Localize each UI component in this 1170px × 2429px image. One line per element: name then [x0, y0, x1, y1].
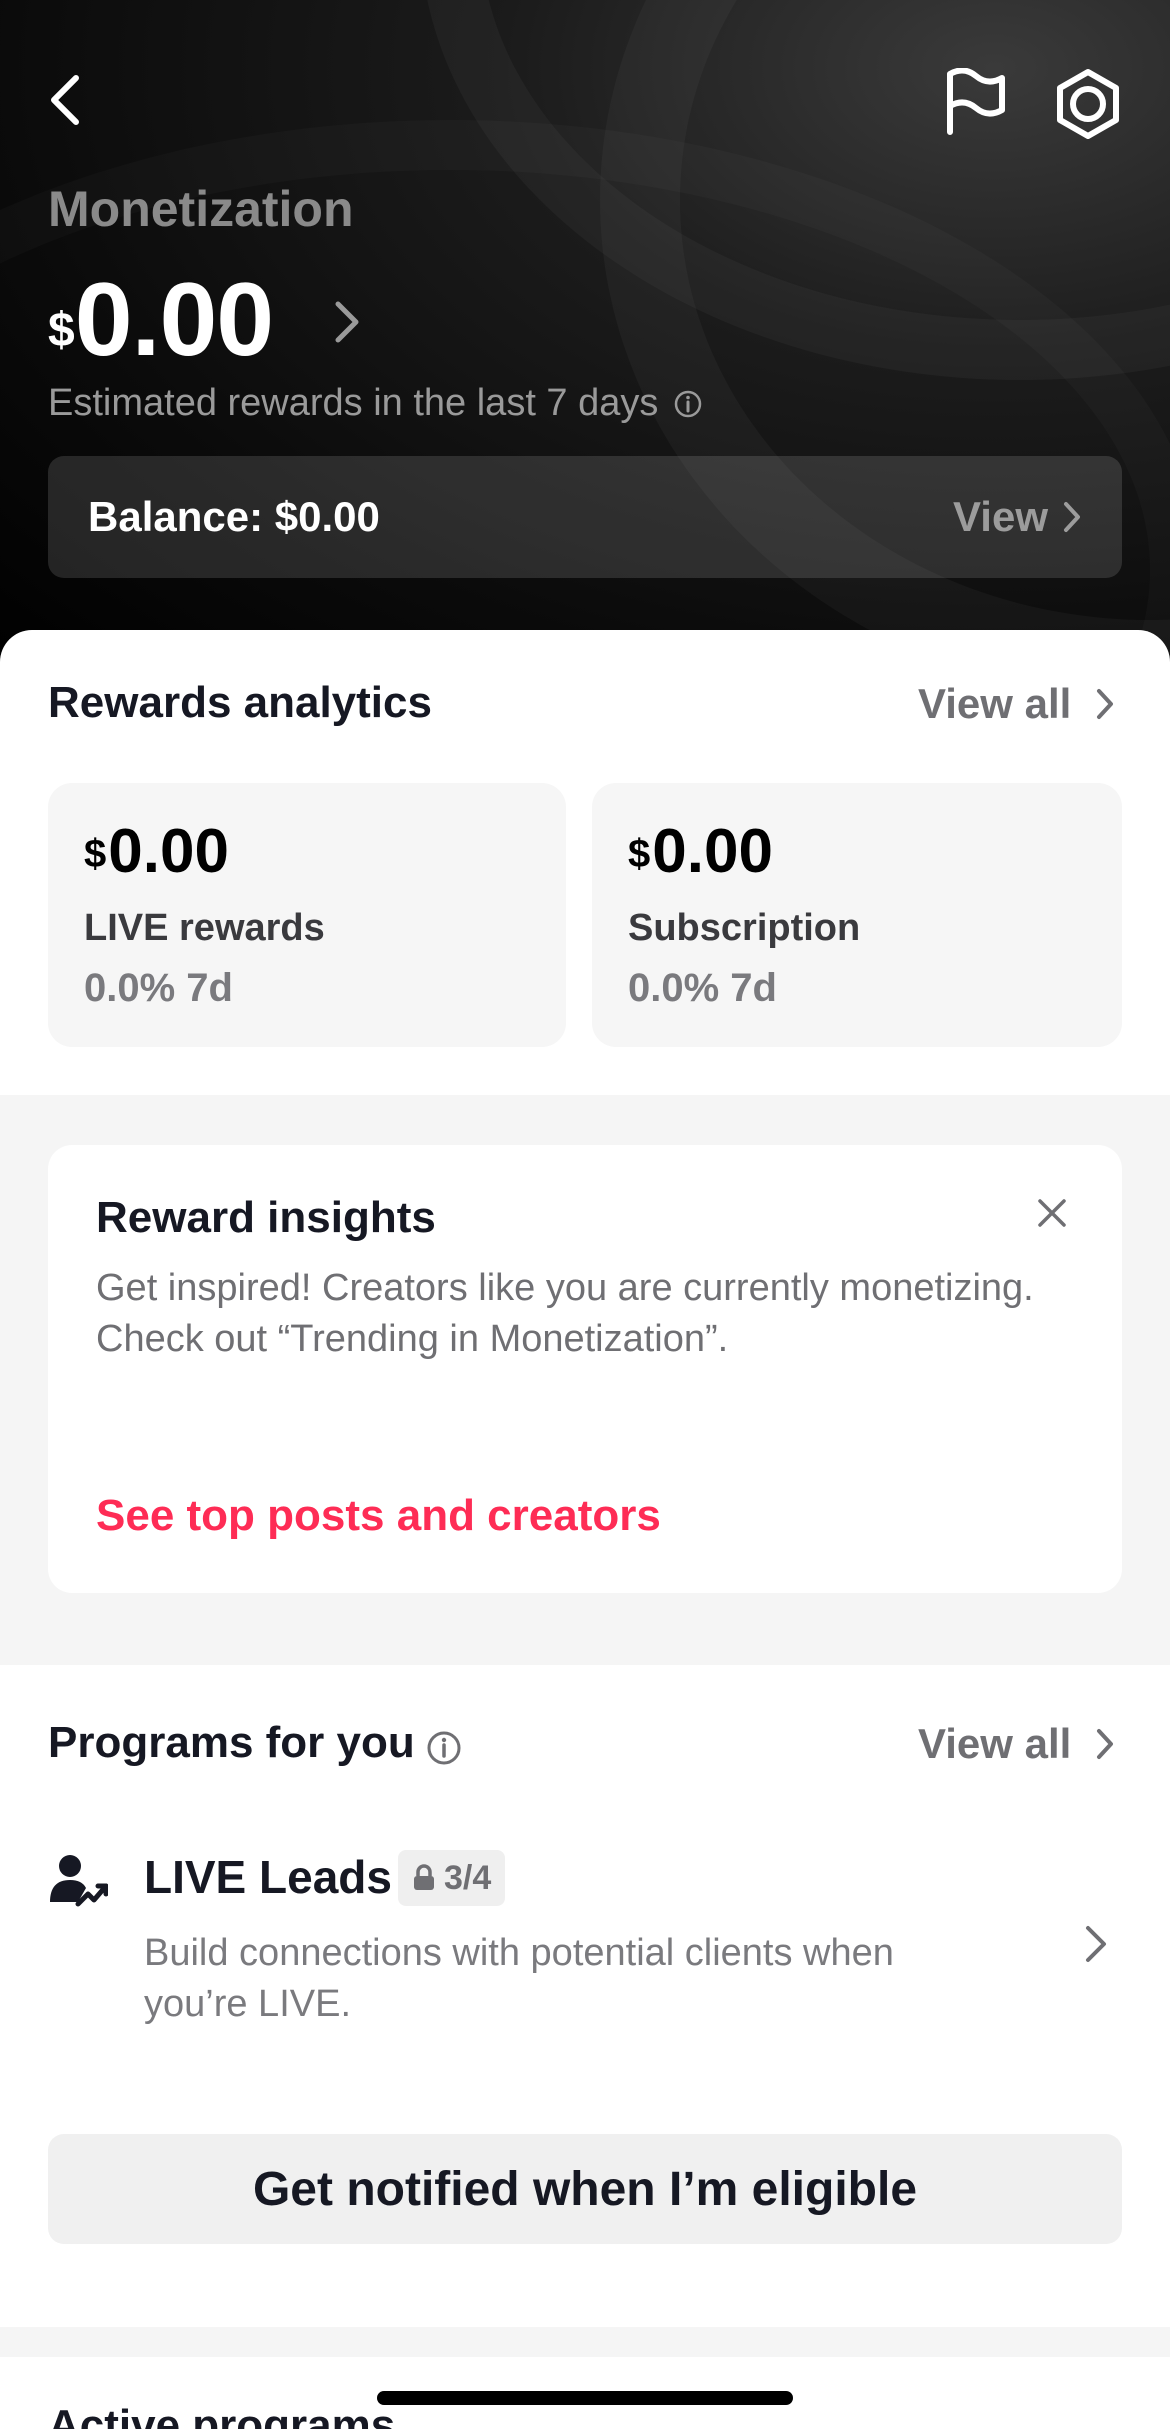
stat-label: LIVE rewards: [84, 907, 325, 949]
balance-view-link[interactable]: View: [953, 493, 1082, 541]
program-item-live-leads[interactable]: LIVE Leads 3/4 Build connections with po…: [0, 1830, 1170, 2050]
rewards-analytics-title: Rewards analytics: [48, 678, 432, 727]
person-trending-icon: [50, 1855, 108, 1907]
chevron-right-icon: [1086, 1926, 1106, 1962]
section-divider: [0, 2327, 1170, 2357]
amount-value: 0.00: [74, 262, 274, 378]
home-indicator[interactable]: [377, 2391, 793, 2405]
top-posts-link[interactable]: See top posts and creators: [96, 1491, 661, 1541]
estimated-rewards-amount[interactable]: $ 0.00: [48, 262, 274, 378]
currency-symbol: $: [84, 832, 107, 876]
chevron-right-icon: [1097, 1729, 1114, 1759]
badge-text: 3/4: [444, 1858, 492, 1897]
stat-amount: $ 0.00: [84, 821, 530, 883]
info-icon[interactable]: [426, 1730, 462, 1766]
progress-badge: 3/4: [398, 1850, 506, 1906]
rewards-view-all-link[interactable]: View all: [918, 680, 1115, 728]
info-icon[interactable]: [674, 390, 702, 418]
chevron-right-icon: [335, 301, 359, 343]
programs-view-all-link[interactable]: View all: [918, 1720, 1115, 1768]
view-all-label: View all: [918, 1720, 1072, 1767]
stat-value: 0.00: [108, 817, 229, 886]
program-name: LIVE Leads: [144, 1851, 392, 1903]
balance-label: Balance: $0.00: [88, 493, 380, 540]
balance-view-label: View: [953, 493, 1048, 540]
estimate-label: Estimated rewards in the last 7 days: [48, 382, 659, 424]
chevron-left-icon: [51, 75, 79, 125]
program-description: Build connections with potential clients…: [144, 1932, 894, 2025]
view-all-label: View all: [918, 680, 1072, 727]
stat-value: 0.00: [652, 817, 773, 886]
stat-amount: $ 0.00: [628, 821, 1086, 883]
live-rewards-card[interactable]: $ 0.00 LIVE rewards 0.0% 7d: [48, 783, 566, 1047]
page-title: Monetization: [48, 181, 354, 237]
report-button[interactable]: [944, 67, 1008, 136]
chevron-right-icon: [1097, 689, 1114, 719]
insights-title: Reward insights: [96, 1193, 436, 1242]
programs-title: Programs for you: [48, 1718, 415, 1767]
stat-change: 0.0% 7d: [84, 966, 233, 1010]
amount-details-button[interactable]: [332, 300, 362, 344]
stat-change: 0.0% 7d: [628, 966, 777, 1010]
lock-icon: [414, 1864, 434, 1890]
settings-button[interactable]: [1052, 68, 1124, 140]
gear-icon: [1057, 69, 1119, 139]
estimated-rewards-caption: Estimated rewards in the last 7 days: [48, 382, 702, 425]
notify-eligible-button[interactable]: Get notified when I’m eligible: [48, 2134, 1122, 2244]
insights-body: Get inspired! Creators like you are curr…: [96, 1267, 1034, 1360]
balance-bar[interactable]: Balance: $0.00 View: [48, 456, 1122, 578]
back-button[interactable]: [40, 72, 96, 128]
reward-insights-card: Reward insights Get inspired! Creators l…: [48, 1145, 1122, 1593]
stat-label: Subscription: [628, 907, 861, 949]
active-programs-title: Active programs: [48, 2401, 396, 2429]
currency-symbol: $: [48, 304, 75, 357]
flag-icon: [947, 67, 1005, 135]
close-button[interactable]: [1032, 1193, 1072, 1233]
subscription-card[interactable]: $ 0.00 Subscription 0.0% 7d: [592, 783, 1122, 1047]
chevron-right-icon: [1064, 502, 1080, 532]
currency-symbol: $: [628, 832, 651, 876]
close-icon: [1038, 1199, 1066, 1227]
